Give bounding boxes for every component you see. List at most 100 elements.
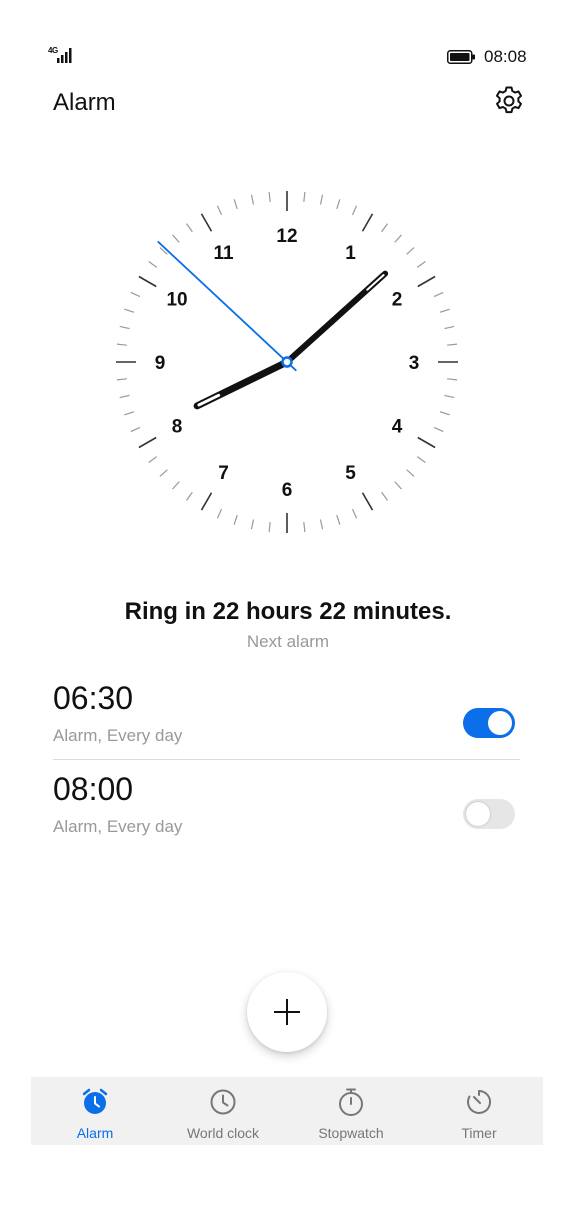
clock-minor-tick [433, 426, 444, 433]
clock-icon [210, 1089, 236, 1115]
clock-minor-tick [124, 411, 135, 416]
alarm-subtitle: Alarm, Every day [53, 817, 183, 836]
clock-minor-tick [439, 308, 450, 313]
clock-minor-tick [336, 199, 341, 210]
clock-minor-tick [319, 194, 324, 205]
clock-number: 6 [282, 480, 293, 501]
clock-number: 10 [166, 290, 187, 311]
clock-minor-tick [130, 426, 141, 433]
tab-stopwatch[interactable]: Stopwatch [287, 1077, 415, 1145]
add-alarm-button[interactable] [247, 972, 327, 1052]
alarm-item[interactable]: 08:00 Alarm, Every day [53, 771, 520, 851]
bottom-nav: Alarm World clock Stopwatch Timer [31, 1077, 543, 1145]
clock-minor-tick [303, 191, 306, 202]
hour-hand [193, 358, 291, 410]
clock-minor-tick [124, 308, 135, 313]
clock-major-tick [417, 275, 436, 288]
tab-timer[interactable]: Timer [415, 1077, 543, 1145]
clock-number: 11 [213, 243, 234, 264]
tab-label: Timer [461, 1125, 497, 1141]
clock-minor-tick [406, 469, 415, 477]
clock-number: 4 [392, 417, 403, 438]
alarm-toggle[interactable] [463, 799, 515, 829]
tab-label: Alarm [76, 1125, 114, 1141]
clock-minor-tick [394, 234, 402, 243]
clock-major-tick [200, 492, 213, 511]
clock-number: 7 [218, 463, 229, 484]
clock-number: 5 [345, 463, 356, 484]
clock-major-tick [361, 492, 374, 511]
tab-alarm[interactable]: Alarm [31, 1077, 159, 1145]
alarm-time: 08:00 [53, 771, 134, 807]
clock-minor-tick [250, 194, 255, 205]
clock-number: 8 [172, 417, 183, 438]
ring-countdown: Ring in 22 hours 22 minutes. [124, 598, 452, 625]
clock-minor-tick [381, 223, 388, 233]
clock-number: 9 [155, 353, 166, 374]
signal-icon [57, 48, 72, 63]
clock-hub [281, 356, 293, 368]
clock-minor-tick [336, 514, 341, 525]
clock-minor-tick [416, 261, 426, 268]
toggle-knob [488, 711, 512, 735]
plus-icon [274, 999, 300, 1025]
settings-button[interactable] [492, 84, 526, 118]
clock-hands [157, 241, 389, 410]
clock-minor-tick [172, 234, 180, 243]
clock-minor-tick [116, 343, 127, 346]
stopwatch-icon [339, 1088, 363, 1116]
tab-world-clock[interactable]: World clock [159, 1077, 287, 1145]
clock-number: 3 [409, 353, 420, 374]
next-alarm-label: Next alarm [246, 632, 330, 651]
clock-minor-tick [303, 522, 306, 533]
page-title: Alarm [53, 89, 116, 116]
clock-minor-tick [233, 514, 238, 525]
clock-minor-tick [159, 469, 168, 477]
gear-icon [496, 86, 522, 114]
clock-minor-tick [439, 411, 450, 416]
clock-minor-tick [394, 481, 402, 490]
status-time: 08:08 [484, 47, 527, 66]
clock-minor-tick [119, 325, 130, 330]
clock-minor-tick [433, 291, 444, 298]
divider [53, 759, 520, 760]
clock-minor-tick [186, 491, 193, 501]
toggle-knob [466, 802, 490, 826]
clock-number: 12 [276, 226, 297, 247]
clock-minor-tick [351, 205, 358, 216]
clock-minor-tick [444, 394, 455, 399]
battery-icon [447, 50, 475, 64]
clock-minor-tick [148, 456, 158, 463]
clock-minor-tick [119, 394, 130, 399]
clock-minor-tick [447, 343, 458, 346]
clock-minor-tick [268, 191, 271, 202]
tab-label: World clock [186, 1125, 260, 1141]
clock-major-tick [138, 275, 157, 288]
alarm-item[interactable]: 06:30 Alarm, Every day [53, 680, 520, 760]
clock-number: 1 [345, 243, 356, 264]
clock-major-tick [361, 213, 374, 232]
clock-minor-tick [319, 519, 324, 530]
clock-major-tick [138, 436, 157, 449]
tab-label: Stopwatch [318, 1125, 384, 1141]
alarm-toggle[interactable] [463, 708, 515, 738]
clock-minor-tick [268, 522, 271, 533]
minute-hand [284, 270, 389, 365]
clock-minor-tick [172, 481, 180, 490]
clock-minor-tick [381, 491, 388, 501]
clock-minor-tick [250, 519, 255, 530]
clock-minor-tick [116, 378, 127, 381]
status-bar: 4G 08:08 [0, 0, 576, 80]
analog-clock: 121234567891011 [116, 191, 458, 533]
alarm-subtitle: Alarm, Every day [53, 726, 183, 745]
clock-minor-tick [216, 205, 223, 216]
timer-icon [467, 1090, 491, 1114]
clock-minor-tick [186, 223, 193, 233]
clock-minor-tick [406, 247, 415, 255]
clock-minor-tick [233, 199, 238, 210]
clock-minor-tick [447, 378, 458, 381]
clock-major-tick [200, 213, 213, 232]
clock-minor-tick [148, 261, 158, 268]
clock-minor-tick [351, 508, 358, 519]
clock-major-tick [417, 436, 436, 449]
